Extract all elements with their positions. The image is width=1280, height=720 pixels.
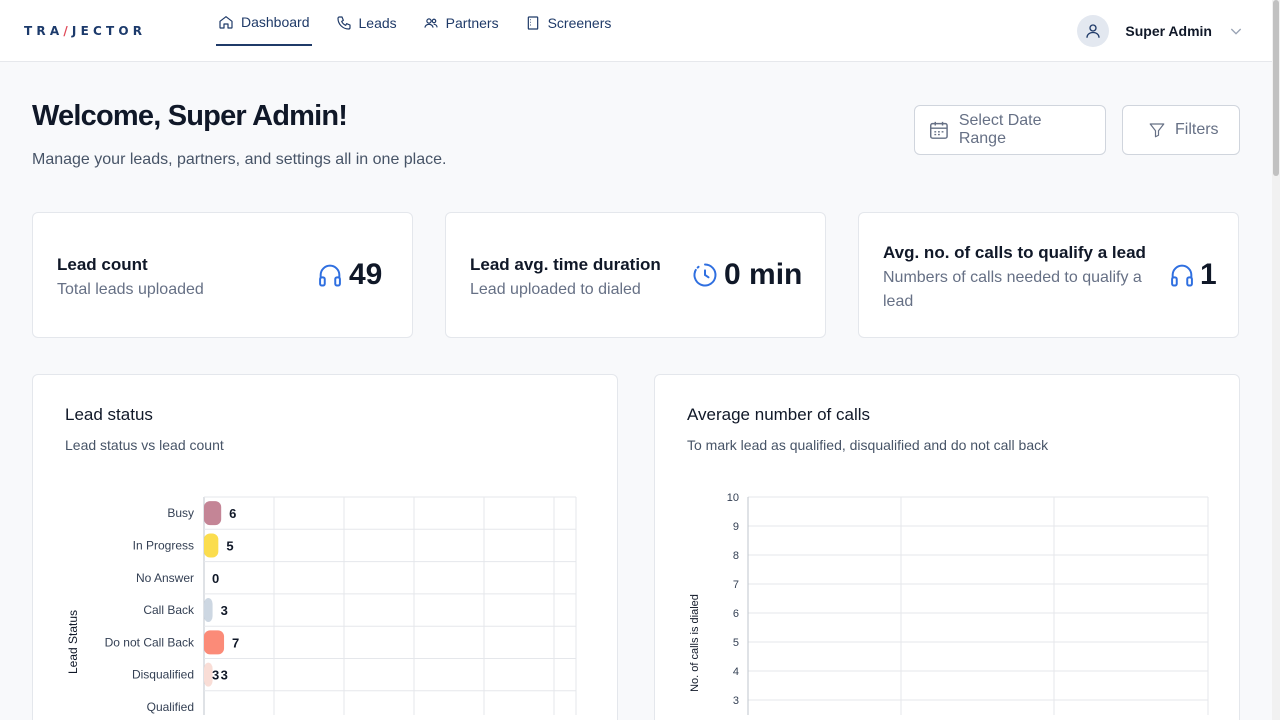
- category-tick-label: Busy: [167, 506, 194, 520]
- clock-icon: [693, 263, 717, 287]
- data-label: 5: [226, 538, 233, 553]
- headphones-icon: [319, 264, 341, 287]
- bar: [204, 501, 222, 526]
- top-navigation-bar: TRA/JECTOR Dashboard Leads Partners Scre…: [0, 0, 1272, 62]
- bar: [204, 630, 225, 655]
- nav-leads-label: Leads: [358, 15, 397, 31]
- lead-avg-time-value: 0 min: [724, 258, 803, 291]
- avg-calls-panel: Average number of calls To mark lead as …: [654, 374, 1240, 720]
- select-date-range-label: Select Date Range: [958, 112, 1042, 147]
- y-axis-label: Lead Status: [66, 610, 80, 674]
- category-tick-label: Qualified: [147, 700, 194, 714]
- card-title: Lead count: [57, 255, 148, 274]
- filters-label: Filters: [1175, 121, 1219, 138]
- avg-calls-to-qualify-card: Avg. no. of calls to qualify a lead Numb…: [858, 212, 1239, 338]
- home-icon: [219, 16, 233, 29]
- filter-icon: [1149, 123, 1165, 138]
- user-name[interactable]: Super Admin: [1125, 23, 1212, 39]
- y-tick-label: 4: [733, 666, 739, 678]
- y-tick-label: 6: [733, 608, 739, 620]
- filters-button[interactable]: Filters: [1122, 105, 1240, 155]
- category-tick-label: In Progress: [133, 538, 194, 552]
- y-tick-label: 5: [733, 637, 739, 649]
- page-scrollbar[interactable]: [1272, 0, 1280, 720]
- data-label: 6: [229, 506, 236, 521]
- chevron-down-icon[interactable]: [1228, 23, 1244, 39]
- card-subtitle: Numbers of calls needed to qualify a lea…: [883, 269, 1142, 310]
- lead-status-bar-chart: Busy 6 In Progress 5 No Answer 0 Call Back 3 Do …: [66, 496, 577, 715]
- avatar[interactable]: [1077, 15, 1110, 47]
- y-tick-label: 8: [733, 550, 739, 562]
- page-subtitle: Manage your leads, partners, and setting…: [32, 151, 447, 168]
- lead-avg-time-card: Lead avg. time duration Lead uploaded to…: [445, 212, 826, 338]
- page-title: Welcome, Super Admin!: [32, 100, 348, 132]
- main-nav: Dashboard Leads Partners Screeners: [216, 0, 635, 62]
- select-date-range-button[interactable]: Select Date Range: [914, 105, 1106, 155]
- nav-partners[interactable]: Partners: [421, 0, 501, 46]
- trajector-logo[interactable]: TRA/JECTOR: [24, 24, 146, 38]
- bar: [204, 598, 213, 623]
- headphones-icon: [1171, 264, 1193, 287]
- phone-icon: [336, 16, 351, 30]
- calendar-icon: [929, 121, 948, 139]
- avg-calls-value: 1: [1200, 258, 1217, 291]
- nav-partners-label: Partners: [445, 15, 499, 31]
- data-label: 3: [221, 668, 228, 683]
- y-tick-label: 9: [733, 521, 739, 533]
- category-tick-label: Do not Call Back: [105, 635, 195, 649]
- user-menu[interactable]: Super Admin: [1077, 15, 1244, 47]
- document-icon: [527, 16, 538, 30]
- user-icon: [1086, 24, 1101, 38]
- nav-dashboard-label: Dashboard: [241, 14, 310, 30]
- y-tick-label: 3: [733, 695, 739, 707]
- data-label: 7: [232, 635, 239, 650]
- data-label-inside: 3: [212, 668, 219, 683]
- card-title: Lead avg. time duration: [470, 255, 661, 274]
- y-tick-label: 10: [727, 492, 739, 504]
- nav-screeners-label: Screeners: [547, 15, 612, 31]
- nav-leads[interactable]: Leads: [334, 0, 399, 46]
- data-label: 3: [221, 603, 228, 618]
- category-tick-label: Call Back: [143, 603, 195, 617]
- y-axis-label: No. of calls is dialed: [689, 594, 701, 692]
- avg-calls-line-chart: 10 9 8 7 6 5 4 3 No. of calls is dialed: [689, 492, 1209, 715]
- category-tick-label: No Answer: [136, 571, 194, 585]
- card-subtitle: Total leads uploaded: [57, 281, 204, 298]
- data-label: 0: [212, 571, 219, 586]
- lead-count-value: 49: [349, 258, 383, 291]
- bar: [204, 533, 219, 558]
- lead-count-card: Lead count Total leads uploaded 49: [32, 212, 413, 338]
- users-icon: [424, 18, 438, 28]
- category-tick-label: Disqualified: [132, 668, 194, 682]
- card-subtitle: Lead uploaded to dialed: [470, 281, 641, 298]
- nav-dashboard[interactable]: Dashboard: [216, 0, 312, 46]
- y-tick-label: 7: [733, 579, 739, 591]
- card-title: Avg. no. of calls to qualify a lead: [883, 243, 1146, 262]
- lead-status-panel: Lead status Lead status vs lead count Bu…: [32, 374, 618, 720]
- nav-screeners[interactable]: Screeners: [523, 0, 614, 46]
- scrollbar-thumb[interactable]: [1273, 0, 1279, 176]
